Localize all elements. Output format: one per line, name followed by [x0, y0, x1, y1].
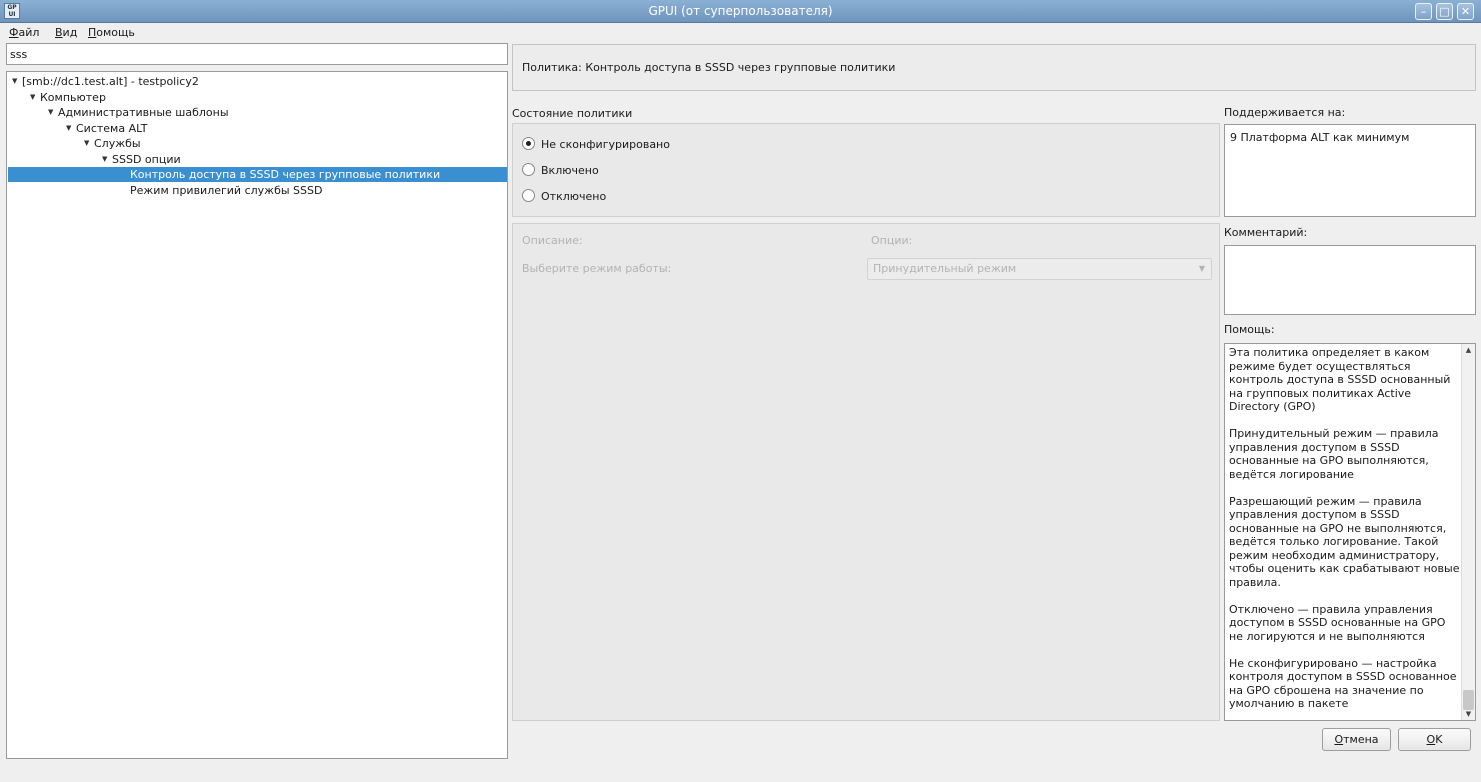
menu-view[interactable]: Вид	[55, 25, 77, 41]
tree-item[interactable]: ▼ [smb://dc1.test.alt] - testpolicy2	[8, 74, 507, 89]
help-paragraph: Эта политика определяет в каком режиме б…	[1229, 346, 1451, 413]
expand-arrow-icon[interactable]: ▼	[12, 74, 22, 89]
cancel-button[interactable]: Отмена	[1322, 728, 1391, 751]
maximize-icon[interactable]: □	[1436, 3, 1453, 20]
tree-item[interactable]: ▼ Система ALT	[8, 121, 507, 136]
expand-arrow-icon[interactable]: ▼	[66, 121, 76, 136]
comment-label: Комментарий:	[1224, 226, 1308, 239]
tree-item-label: Режим привилегий службы SSSD	[130, 183, 323, 197]
tree-item[interactable]: ▼ SSSD опции	[8, 152, 507, 167]
radio-icon	[522, 137, 535, 150]
policy-title: Политика: Контроль доступа в SSSD через …	[522, 61, 896, 74]
policy-state-group: Не сконфигурировано Включено Отключено	[512, 123, 1220, 217]
menu-file[interactable]: Файл	[9, 25, 39, 41]
expand-arrow-icon[interactable]: ▼	[48, 105, 58, 120]
tree-item-label: Административные шаблоны	[58, 106, 229, 119]
scroll-down-icon[interactable]: ▼	[1462, 708, 1475, 720]
chevron-down-icon: ▼	[1198, 264, 1205, 273]
expand-arrow-icon[interactable]: ▼	[84, 136, 94, 151]
help-paragraph: Разрешающий режим — правила управления д…	[1229, 494, 1460, 589]
tree-item-label: Компьютер	[40, 90, 106, 104]
search-input[interactable]	[6, 43, 508, 65]
menu-bar: Файл Вид Помощь	[0, 23, 1481, 42]
policy-state-label: Состояние политики	[512, 107, 633, 120]
menu-help[interactable]: Помощь	[88, 25, 135, 41]
tree-item-label: [smb://dc1.test.alt] - testpolicy2	[22, 75, 199, 88]
mode-select[interactable]: Принудительный режим ▼	[867, 258, 1212, 280]
radio-icon	[522, 163, 535, 176]
supported-value: 9 Платформа ALT как минимум	[1230, 131, 1410, 144]
radio-not-configured[interactable]: Не сконфигурировано	[522, 137, 670, 153]
minimize-icon[interactable]: –	[1415, 3, 1432, 20]
options-panel: Описание: Опции: Выберите режим работы: …	[512, 223, 1220, 721]
radio-enabled[interactable]: Включено	[522, 163, 599, 179]
tree-item[interactable]: Контроль доступа в SSSD через групповые …	[8, 167, 507, 182]
policy-header: Политика: Контроль доступа в SSSD через …	[512, 44, 1476, 91]
radio-icon	[522, 189, 535, 202]
tree-item[interactable]: ▼ Компьютер	[8, 90, 507, 105]
window-title: GPUI (от суперпользователя)	[648, 4, 833, 18]
tree-item-label: Службы	[94, 137, 141, 150]
tree-item-label: Система ALT	[76, 121, 148, 135]
help-paragraph: Не сконфигурировано — настройка контроля…	[1229, 656, 1457, 711]
ok-button[interactable]: OK	[1398, 728, 1471, 751]
help-label: Помощь:	[1224, 323, 1275, 336]
help-text: Эта политика определяет в каком режиме б…	[1224, 343, 1476, 721]
help-paragraph: Принудительный режим — правила управлени…	[1229, 427, 1439, 481]
options-label: Опции:	[871, 234, 913, 247]
expand-arrow-icon[interactable]: ▼	[102, 152, 112, 167]
tree-item[interactable]: ▼ Службы	[8, 136, 507, 151]
comment-textarea[interactable]	[1224, 245, 1476, 315]
tree-item[interactable]: ▼ Административные шаблоны	[8, 105, 507, 120]
help-paragraph: Отключено — правила управления доступом …	[1229, 602, 1446, 643]
supported-label: Поддерживается на:	[1224, 106, 1346, 119]
app-icon: GP UI	[4, 3, 20, 19]
policy-tree[interactable]: ▼ [smb://dc1.test.alt] - testpolicy2 ▼ Комп…	[6, 71, 508, 759]
supported-box: 9 Платформа ALT как минимум	[1224, 124, 1476, 217]
help-scrollbar[interactable]: ▲ ▼	[1461, 344, 1475, 720]
close-icon[interactable]: ✕	[1457, 3, 1474, 20]
tree-item-label: Контроль доступа в SSSD через групповые …	[130, 168, 441, 181]
scroll-thumb[interactable]	[1463, 690, 1474, 710]
radio-disabled[interactable]: Отключено	[522, 189, 606, 205]
tree-item[interactable]: Режим привилегий службы SSSD	[8, 183, 507, 198]
expand-arrow-icon[interactable]: ▼	[30, 90, 40, 105]
mode-label: Выберите режим работы:	[522, 262, 672, 275]
tree-item-label: SSSD опции	[112, 152, 181, 166]
scroll-up-icon[interactable]: ▲	[1462, 344, 1475, 356]
description-label: Описание:	[522, 234, 583, 247]
